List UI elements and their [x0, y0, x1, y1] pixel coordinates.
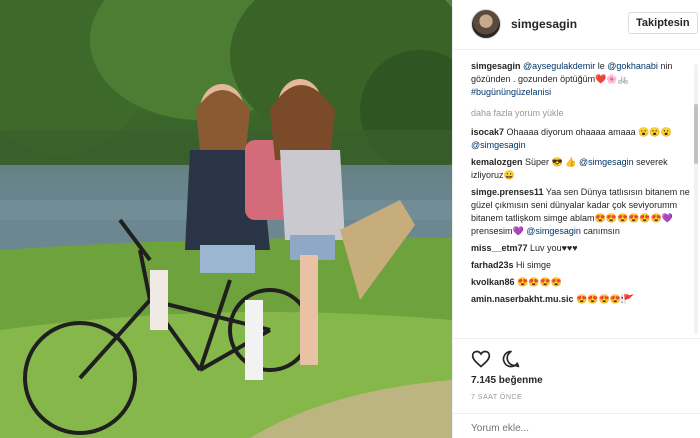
comment-text: Ohaaaa diyorum ohaaaa amaaa 😮😮😮 [504, 127, 672, 137]
comment-mention[interactable]: @simgesagin [471, 140, 526, 150]
comment-item: farhad23s Hi simge [471, 259, 693, 272]
caption-mention[interactable]: @gokhanabi [607, 61, 658, 71]
add-comment-bar [453, 413, 700, 438]
following-button[interactable]: Takiptesin [628, 12, 698, 34]
load-more-comments-link[interactable]: daha fazla yorum yükle [471, 107, 693, 120]
comment-mention[interactable]: @simgesagin [526, 226, 581, 236]
likes-count[interactable]: 7.145 beğenme [471, 375, 543, 386]
comments-section: simgesagin @aysegulakdemir le @gokhanabi… [471, 60, 693, 310]
comment-item: kvolkan86 😍😍😍😍 [471, 276, 693, 289]
post-actions: 7.145 beğenme 7 SAAT ÖNCE [453, 338, 700, 438]
comment-text: Hi simge [513, 260, 552, 270]
avatar[interactable] [471, 9, 501, 39]
post-photo[interactable] [0, 0, 452, 438]
comments-scrollbar[interactable] [694, 64, 698, 334]
heart-icon[interactable] [471, 349, 491, 369]
comment-username[interactable]: kemalozgen [471, 157, 523, 167]
post-panel: simgesagin Takiptesin simgesagin @aysegu… [452, 0, 700, 438]
photo-illustration [0, 0, 452, 438]
comment-item: amin.naserbakht.mu.sic 😍😍😍😍🕯🚩 [471, 293, 693, 306]
caption-text: le [595, 61, 608, 71]
comment-username[interactable]: farhad23s [471, 260, 514, 270]
comment-text: 😍😍😍😍🕯🚩 [573, 294, 635, 304]
comment-text: canımsın [580, 226, 620, 236]
comment-username[interactable]: miss__etm77 [471, 243, 528, 253]
comment-text: 😍😍😍😍 [514, 277, 562, 287]
comment-username[interactable]: simge.prenses11 [471, 187, 544, 197]
comment-item: simge.prenses11 Yaa sen Dünya tatlısısın… [471, 186, 693, 238]
caption-mention[interactable]: @aysegulakdemir [523, 61, 595, 71]
comment-mention[interactable]: @simgesagin [579, 157, 634, 167]
comment-username[interactable]: isocak7 [471, 127, 504, 137]
comment-username[interactable]: amin.naserbakht.mu.sic [471, 294, 574, 304]
comment-bubble-icon[interactable] [501, 349, 521, 369]
comment-input[interactable] [471, 420, 671, 436]
comment-item: miss__etm77 Luv you♥♥♥ [471, 242, 693, 255]
comment-text: Luv you♥♥♥ [527, 243, 578, 253]
caption-username[interactable]: simgesagin [471, 61, 521, 71]
scrollbar-thumb[interactable] [694, 104, 698, 164]
comment-text: Süper 😎 👍 [522, 157, 579, 167]
post-caption: simgesagin @aysegulakdemir le @gokhanabi… [471, 60, 693, 99]
caption-hashtag[interactable]: #bugününgüzelanisi [471, 87, 551, 97]
comment-item: isocak7 Ohaaaa diyorum ohaaaa amaaa 😮😮😮 … [471, 126, 693, 152]
post-header: simgesagin Takiptesin [453, 0, 700, 50]
post-timestamp: 7 SAAT ÖNCE [471, 394, 523, 401]
comment-item: kemalozgen Süper 😎 👍 @simgesagin severek… [471, 156, 693, 182]
comment-username[interactable]: kvolkan86 [471, 277, 515, 287]
author-username[interactable]: simgesagin [511, 17, 577, 31]
